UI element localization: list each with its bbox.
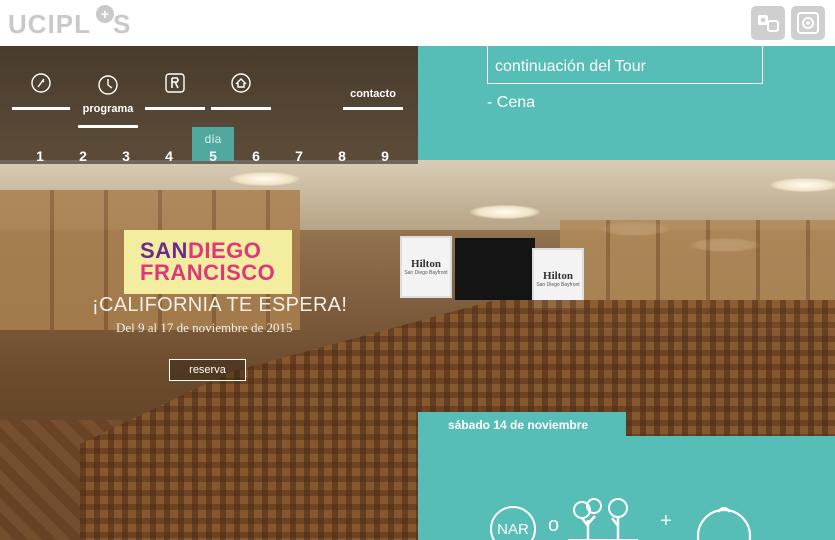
nav-item-restaurant[interactable]	[145, 73, 205, 110]
hotel-icon	[231, 73, 251, 93]
nav-item-programa[interactable]: programa	[78, 75, 138, 128]
or-text: o	[548, 514, 560, 536]
nav-item-hotel[interactable]	[211, 73, 271, 110]
nav-underline	[78, 125, 138, 128]
reserve-button[interactable]: reserva	[169, 359, 246, 381]
day-3[interactable]: 3	[111, 148, 141, 164]
day-4[interactable]: 4	[154, 148, 184, 164]
day-5[interactable]: 5	[198, 148, 228, 164]
ceiling-light	[470, 205, 540, 219]
nav-underline	[145, 107, 205, 110]
day-8[interactable]: 8	[327, 148, 357, 164]
itinerary-panel: continuación del Tour - Cena	[418, 42, 835, 160]
banner-sub-text: San Diego Bayfront	[404, 270, 448, 276]
clock-icon	[98, 75, 118, 95]
brand-text: UCIPL	[8, 9, 91, 39]
nav-label-programa: programa	[82, 103, 134, 115]
tour-text: continuación del Tour	[495, 58, 646, 75]
user-card-icon[interactable]	[751, 6, 785, 40]
brand-plus-icon: +	[96, 5, 114, 23]
banner-sub-text: San Diego Bayfront	[536, 282, 580, 288]
nav-item-contacto[interactable]: contacto	[343, 74, 403, 110]
brand-text-tail: S	[113, 9, 132, 39]
stage-screen	[455, 238, 535, 300]
settings-icon[interactable]	[791, 6, 825, 40]
banner-logo-text: Hilton	[411, 258, 441, 270]
nav-item-dining[interactable]	[12, 73, 70, 110]
day-9[interactable]: 9	[370, 148, 400, 164]
hilton-banner-left: Hilton San Diego Bayfront	[400, 236, 452, 298]
day-2[interactable]: 2	[68, 148, 98, 164]
nar-badge: NAR	[490, 506, 536, 540]
restaurant-icon	[165, 73, 185, 93]
date-tab: sábado 14 de noviembre	[418, 412, 626, 436]
san-diego-francisco-logo: SANDIEGO FRANCISCO	[124, 230, 292, 294]
hero-tagline: ¡CALIFORNIA TE ESPERA!	[92, 294, 348, 316]
nav-underline	[12, 107, 70, 110]
plus-text: +	[660, 510, 672, 532]
nav-label-contacto: contacto	[350, 88, 396, 100]
day-1[interactable]: 1	[25, 148, 55, 164]
event-dates: Del 9 al 17 de noviembre de 2015	[116, 320, 293, 335]
cena-text: - Cena	[487, 94, 536, 111]
top-header: UCIPL S +	[0, 0, 835, 46]
day-7[interactable]: 7	[284, 148, 314, 164]
fork-icon	[31, 73, 51, 93]
day-6[interactable]: 6	[241, 148, 271, 164]
nav-underline	[343, 107, 403, 110]
logo-francisco: FRANCISCO	[140, 260, 276, 285]
day-caption: día	[204, 132, 222, 146]
nav-underline	[211, 107, 271, 110]
date-label: sábado 14 de noviembre	[448, 418, 589, 432]
trees-icon	[568, 498, 638, 540]
banner-logo-text: Hilton	[543, 270, 573, 282]
activity-panel: NAR o +	[418, 436, 835, 540]
ceiling-light	[230, 172, 300, 186]
ceiling-light	[770, 178, 835, 192]
bag-icon	[696, 506, 752, 540]
